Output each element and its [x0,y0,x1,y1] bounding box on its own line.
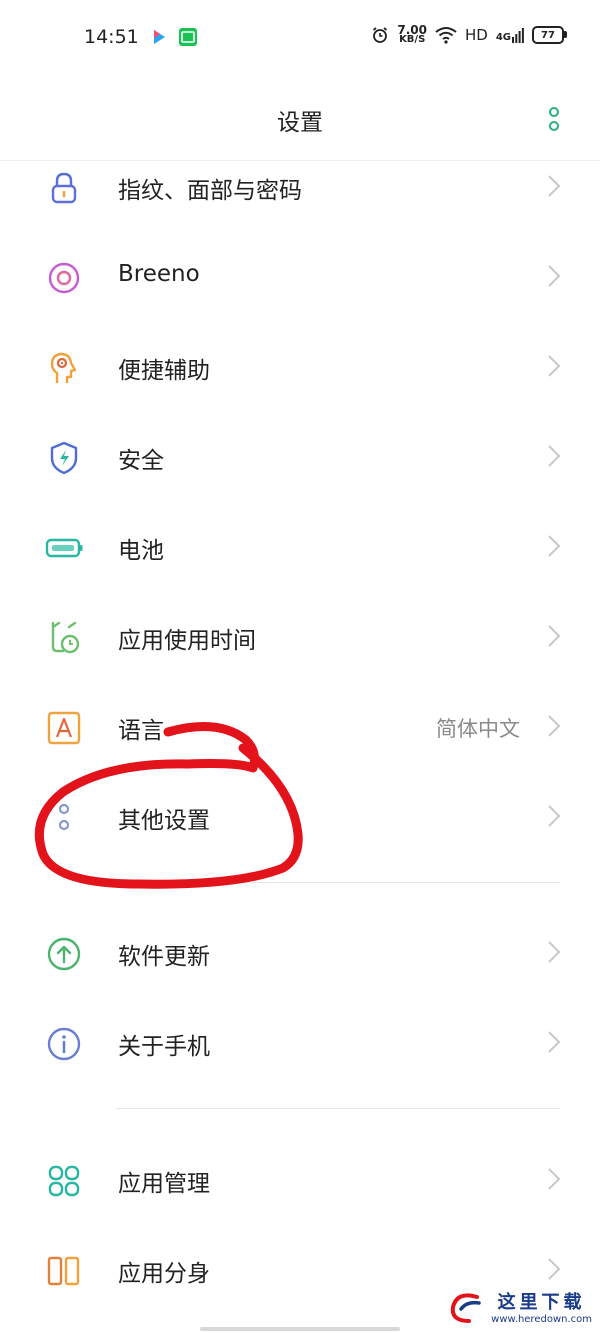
settings-item-label: 应用管理 [118,1171,210,1197]
signal-bars-icon [512,28,524,43]
battery-icon [45,538,83,558]
settings-item-label: 关于手机 [118,1034,210,1060]
home-indicator[interactable] [200,1327,400,1331]
settings-item-label: 便捷辅助 [118,358,210,384]
settings-item-label: 语言 [118,718,164,744]
language-icon [47,711,81,745]
settings-item-label: 应用使用时间 [118,628,256,654]
wifi-icon [435,27,457,44]
status-bar: 14:51 7.00 KB/S HD 4G 77 [0,0,600,76]
info-icon [47,1027,81,1061]
watermark-url: www.heredown.com [491,1314,592,1325]
settings-item-app-usage-time[interactable]: 应用使用时间 [0,590,600,680]
chevron-right-icon [548,625,561,647]
chevron-right-icon [548,265,561,287]
chevron-right-icon [548,805,561,827]
watermark-logo-icon [450,1292,481,1323]
battery-indicator: 77 [532,26,567,44]
settings-item-label: 指纹、面部与密码 [118,178,302,204]
status-time: 14:51 [84,26,139,48]
section-divider [116,1108,560,1109]
settings-item-software-update[interactable]: 软件更新 [0,906,600,996]
dots-icon [58,803,70,831]
settings-item-convenience-assist[interactable]: 便捷辅助 [0,320,600,410]
page-title: 设置 [277,110,323,136]
breeno-icon [48,262,80,294]
head-assist-icon [50,352,77,383]
hd-indicator: HD [464,26,488,44]
lock-icon [51,172,77,204]
network-speed: 7.00 KB/S [397,23,427,45]
chevron-right-icon [548,355,561,377]
settings-item-fingerprint-face-password[interactable]: 指纹、面部与密码 [0,140,600,230]
settings-item-label: 安全 [118,448,164,474]
settings-item-label: 软件更新 [118,944,210,970]
settings-item-battery[interactable]: 电池 [0,500,600,590]
iqiyi-app-icon [179,28,197,46]
video-app-icon [154,30,165,44]
settings-item-breeno[interactable]: Breeno [0,230,600,320]
chevron-right-icon [548,1258,561,1280]
settings-item-other-settings[interactable]: 其他设置 [0,770,600,860]
settings-item-about-phone[interactable]: 关于手机 [0,996,600,1086]
settings-item-language[interactable]: 语言 简体中文 [0,680,600,770]
chevron-right-icon [548,1168,561,1190]
alarm-icon [373,27,388,43]
chevron-right-icon [548,941,561,963]
chevron-right-icon [548,175,561,197]
shield-icon [50,441,78,475]
watermark-text: 这里下载 [497,1292,586,1313]
chevron-right-icon [548,1031,561,1053]
status-indicators: 7.00 KB/S HD 4G 77 [371,23,567,45]
current-language-value: 简体中文 [436,717,520,741]
settings-item-app-management[interactable]: 应用管理 [0,1133,600,1223]
settings-item-label: 其他设置 [118,808,210,834]
notification-icons [150,27,198,47]
update-icon [47,937,81,971]
signal-indicator: 4G [496,27,524,43]
section-divider [116,882,560,883]
watermark: 这里下载 www.heredown.com [447,1288,592,1325]
more-options-icon[interactable] [548,106,560,132]
settings-item-label: 应用分身 [118,1261,210,1287]
chevron-right-icon [548,445,561,467]
chevron-right-icon [548,535,561,557]
settings-item-security[interactable]: 安全 [0,410,600,500]
settings-item-label: Breeno [118,261,200,287]
clone-icon [47,1256,80,1286]
chevron-right-icon [548,715,561,737]
settings-item-label: 电池 [118,538,164,564]
app-time-icon [51,621,80,654]
app-grid-icon [48,1165,80,1197]
